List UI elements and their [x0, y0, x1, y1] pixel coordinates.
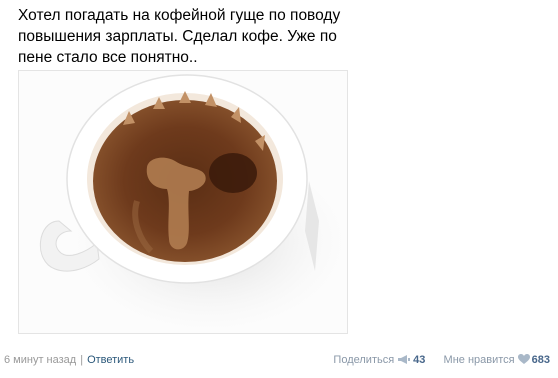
megaphone-icon: [397, 354, 411, 370]
like-button[interactable]: Мне нравится 683: [444, 354, 550, 366]
footer-separator: |: [80, 354, 84, 366]
post-actions: Поделиться 43 Мне нравится 683: [333, 352, 550, 370]
coffee-cup-image: [19, 71, 347, 333]
post-time[interactable]: 6 минут назад: [4, 354, 76, 366]
coffee-dark-spot: [209, 153, 257, 193]
reply-link[interactable]: Ответить: [87, 354, 134, 366]
post-photo[interactable]: [18, 70, 348, 334]
share-button[interactable]: Поделиться 43: [333, 354, 428, 366]
like-count: 683: [531, 354, 550, 366]
post-footer: 6 минут назад | Ответить Поделиться 43 Мне …: [4, 352, 550, 368]
heart-icon: [517, 354, 530, 370]
post-text: Хотел погадать на кофейной гуще по повод…: [18, 7, 341, 66]
share-label: Поделиться: [333, 354, 395, 366]
like-label: Мне нравится: [443, 354, 515, 366]
share-count: 43: [413, 354, 426, 366]
